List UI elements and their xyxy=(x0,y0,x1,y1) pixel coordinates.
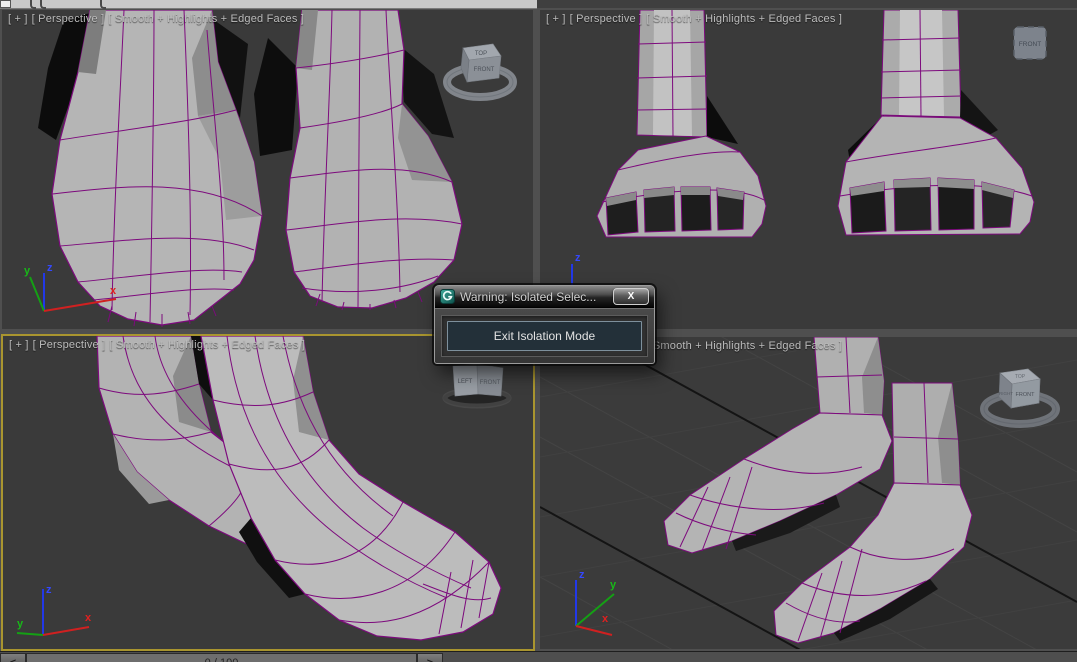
viewport-top-right[interactable]: [ + ] [ Perspective ][ Smooth + Highlight… xyxy=(540,10,1077,329)
dialog-title: Warning: Isolated Selec... xyxy=(460,289,597,304)
viewport-pov-button[interactable]: [ Perspective ] xyxy=(32,13,105,25)
viewport-pov-button[interactable]: [ Perspective ] xyxy=(570,13,643,25)
viewport-label: [ + ] [ Perspective ][ Smooth + Highlight… xyxy=(9,339,309,351)
dialog-close-button[interactable]: X xyxy=(613,288,649,305)
axis-y-label: y xyxy=(24,265,31,277)
axis-z-label: z xyxy=(579,569,585,581)
dialog-titlebar[interactable]: Warning: Isolated Selec... X xyxy=(435,286,654,308)
viewport-label: [ + ] [ Perspective ][ Smooth + Highlight… xyxy=(546,13,846,25)
viewcube[interactable]: FRONT xyxy=(1011,24,1051,64)
viewport-menu-button[interactable]: [ + ] xyxy=(546,13,566,25)
axis-z-label: z xyxy=(575,252,581,264)
dialog-inner-panel: Exit Isolation Mode xyxy=(441,315,648,357)
toolbar-glyph-fragment xyxy=(100,0,106,9)
viewcube-left-label[interactable]: LEFT xyxy=(458,379,473,385)
axis-tripod: z y x xyxy=(24,262,117,312)
viewport-label: [ + ] [ Perspective ][ Smooth + Highlight… xyxy=(8,13,308,25)
toolbar-icon-fragment xyxy=(0,0,11,8)
axis-x-label: x xyxy=(602,613,609,625)
axis-x-label: x xyxy=(85,612,92,624)
viewcube-right-label[interactable]: RIGHT xyxy=(999,391,1013,396)
axis-y-label: y xyxy=(610,579,617,591)
viewport-bottom-left-active[interactable]: [ + ] [ Perspective ][ Smooth + Highlight… xyxy=(1,334,535,651)
axis-tripod: z y x xyxy=(575,569,617,636)
exit-isolation-mode-button[interactable]: Exit Isolation Mode xyxy=(447,321,642,351)
axis-z-label: z xyxy=(46,584,52,596)
viewcube-front-label[interactable]: FRONT xyxy=(480,380,501,386)
viewport-bottom-right[interactable]: [ + ][ Perspective ][ Smooth + Highlight… xyxy=(540,337,1077,649)
axis-z-label: z xyxy=(47,262,53,274)
viewport-menu-button[interactable]: [ + ] xyxy=(8,13,28,25)
viewcube-front-label[interactable]: FRONT xyxy=(1016,392,1036,398)
viewport-menu-button[interactable]: [ + ] xyxy=(9,339,29,351)
viewport-top-left[interactable]: [ + ] [ Perspective ][ Smooth + Highlight… xyxy=(2,10,533,329)
next-frame-button[interactable]: > xyxy=(417,653,443,662)
time-slider-bar: < 0 / 100 > xyxy=(0,651,1077,662)
viewcube[interactable]: TOP FRONT RIGHT xyxy=(978,363,1063,433)
previous-frame-button[interactable]: < xyxy=(0,653,26,662)
viewcube-top-label[interactable]: TOP xyxy=(475,51,487,57)
3dsmax-window: [ + ][ Perspective ][ Smooth + Highlight… xyxy=(0,0,1077,662)
dialog-body: Exit Isolation Mode xyxy=(435,308,654,363)
viewport-pov-button[interactable]: [ Perspective ] xyxy=(33,339,106,351)
viewcube-front-label[interactable]: FRONT xyxy=(474,67,495,73)
axis-x-label: x xyxy=(110,285,117,297)
toolbar-glyph-fragment xyxy=(30,0,36,9)
time-slider-field[interactable]: 0 / 100 xyxy=(26,653,417,662)
axis-y-label: y xyxy=(17,618,24,630)
viewport-shading-button[interactable]: [ Smooth + Highlights + Edged Faces ] xyxy=(108,13,304,25)
viewcube[interactable]: TOP FRONT xyxy=(441,38,519,106)
toolbar-strip-dark xyxy=(537,0,1077,8)
viewport-shading-button[interactable]: [ Smooth + Highlights + Edged Faces ] xyxy=(646,13,842,25)
viewcube-top-label[interactable]: TOP xyxy=(1015,374,1026,380)
viewcube-front-label[interactable]: FRONT xyxy=(1019,41,1041,48)
viewport-shading-button[interactable]: [ Smooth + Highlights + Edged Faces ] xyxy=(109,339,305,351)
3dsmax-logo-icon xyxy=(440,289,455,304)
toolbar-glyph-fragment xyxy=(40,0,46,9)
viewport-shading-button[interactable]: [ Smooth + Highlights + Edged Faces ] xyxy=(646,340,842,352)
toolbar-strip xyxy=(0,0,537,9)
warning-dialog: Warning: Isolated Selec... X Exit Isolat… xyxy=(434,285,655,364)
axis-tripod: z y x xyxy=(16,584,92,636)
